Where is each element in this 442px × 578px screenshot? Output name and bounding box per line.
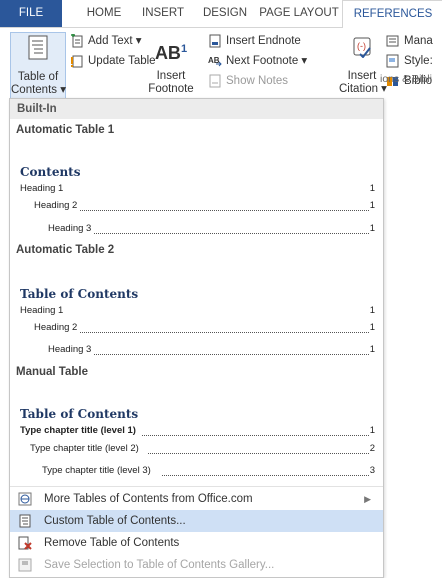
footnote-superscript: 1: [180, 43, 188, 55]
tab-references[interactable]: REFERENCES: [342, 0, 442, 29]
preview-heading-2: Heading 2: [34, 322, 78, 333]
preview-heading-3: Heading 3: [48, 223, 92, 234]
preview-leader: [80, 210, 369, 211]
next-footnote-label: Next Footnote ▾: [226, 55, 308, 67]
insert-footnote-button[interactable]: AB1 Insert Footnote: [143, 34, 199, 96]
office-globe-icon: [18, 492, 32, 506]
preview-chapter-level-1: Type chapter title (level 1): [20, 425, 136, 436]
preview-heading-3: Heading 3: [48, 344, 92, 355]
next-footnote-button[interactable]: AB Next Footnote ▾: [208, 52, 307, 70]
insert-citation-label-1: Insert: [347, 70, 377, 82]
automatic-table-1-label: Automatic Table 1: [16, 124, 115, 136]
preview-page-1: 1: [369, 425, 375, 436]
citation-style-button[interactable]: Style:: [386, 52, 433, 70]
preview-chapter-level-3: Type chapter title (level 3): [42, 465, 151, 476]
insert-endnote-label: Insert Endnote: [226, 35, 301, 47]
insert-endnote-icon: [209, 34, 221, 48]
automatic-table-2-option[interactable]: Automatic Table 2 Table of Contents Head…: [10, 239, 383, 361]
manage-sources-label: Mana: [404, 35, 433, 47]
insert-footnote-label-1: Insert: [156, 70, 186, 82]
tab-page-layout[interactable]: PAGE LAYOUT: [258, 0, 340, 27]
preview-leader: [142, 435, 369, 436]
ribbon-references: Table of Contents ▾ Add Text ▾ Update Ta…: [0, 28, 442, 102]
svg-text:(-): (-): [357, 41, 366, 51]
footnote-icon: AB1: [143, 38, 199, 64]
custom-toc-icon: [19, 514, 31, 528]
preview-page-2: 1: [369, 322, 375, 333]
show-notes-icon: [209, 74, 221, 88]
add-text-label: Add Text ▾: [88, 35, 142, 47]
manage-sources-icon: [386, 35, 399, 47]
custom-toc-label: Custom Table of Contents...: [44, 515, 186, 527]
save-selection-icon: [18, 558, 32, 572]
tab-file[interactable]: FILE: [0, 0, 62, 27]
toc-label-2: Contents ▾: [11, 84, 66, 96]
submenu-arrow-icon: ▶: [364, 494, 371, 504]
preview-page-1: 1: [369, 183, 375, 194]
gallery-header: Built-In: [10, 99, 383, 119]
preview-heading-1: Heading 1: [20, 305, 64, 316]
tab-design[interactable]: DESIGN: [196, 0, 254, 27]
update-table-icon: [71, 55, 83, 68]
preview-leader: [94, 233, 369, 234]
manage-sources-button[interactable]: Mana: [386, 32, 433, 50]
preview-title: Contents: [20, 165, 81, 179]
automatic-table-2-label: Automatic Table 2: [16, 244, 115, 256]
preview-leader: [162, 475, 369, 476]
show-notes-label: Show Notes: [226, 75, 289, 87]
show-notes-button[interactable]: Show Notes: [208, 72, 288, 90]
preview-heading-2: Heading 2: [34, 200, 78, 211]
insert-footnote-label-2: Footnote: [148, 83, 194, 95]
remove-toc-icon: [18, 536, 32, 550]
add-text-icon: [71, 34, 83, 48]
citations-group-label: ions & Bibli: [380, 73, 432, 85]
preview-page-3: 1: [369, 223, 375, 234]
save-selection-label: Save Selection to Table of Contents Gall…: [44, 559, 275, 571]
preview-heading-1: Heading 1: [20, 183, 64, 194]
insert-citation-button[interactable]: (-) Insert Citation ▾: [339, 34, 387, 96]
preview-page-3: 3: [369, 465, 375, 476]
manual-table-label: Manual Table: [16, 366, 88, 378]
ribbon-tab-bar: FILE HOME INSERT DESIGN PAGE LAYOUT REFE…: [0, 0, 442, 29]
remove-toc-menu-item[interactable]: Remove Table of Contents: [10, 532, 383, 554]
custom-toc-menu-item[interactable]: Custom Table of Contents...: [10, 510, 383, 532]
save-selection-menu-item[interactable]: Save Selection to Table of Contents Gall…: [10, 554, 383, 576]
remove-toc-label: Remove Table of Contents: [44, 537, 180, 549]
preview-leader: [148, 453, 369, 454]
insert-endnote-button[interactable]: Insert Endnote: [208, 32, 301, 50]
preview-title: Table of Contents: [20, 407, 139, 421]
footnote-glyph: AB: [154, 43, 181, 63]
citation-style-label: Style:: [404, 55, 433, 67]
table-of-contents-gallery: Built-In Automatic Table 1 Contents Head…: [9, 98, 384, 578]
preview-leader: [94, 354, 369, 355]
preview-page-2: 2: [369, 443, 375, 454]
tab-insert[interactable]: INSERT: [134, 0, 192, 27]
style-icon: [386, 54, 399, 68]
manual-table-option[interactable]: Manual Table Table of Contents Type chap…: [10, 361, 383, 487]
preview-title: Table of Contents: [20, 287, 139, 301]
preview-chapter-level-2: Type chapter title (level 2): [30, 443, 139, 454]
insert-citation-label-2: Citation ▾: [339, 83, 387, 95]
automatic-table-1-option[interactable]: Automatic Table 1 Contents Heading 1 1 H…: [10, 119, 383, 239]
preview-page-3: 1: [369, 344, 375, 355]
add-text-button[interactable]: Add Text ▾: [70, 32, 142, 50]
more-tables-menu-item[interactable]: More Tables of Contents from Office.com …: [10, 488, 383, 510]
preview-page-1: 1: [369, 305, 375, 316]
more-tables-label: More Tables of Contents from Office.com: [44, 493, 253, 505]
next-footnote-icon: AB: [208, 56, 222, 67]
tab-home[interactable]: HOME: [74, 0, 134, 27]
menu-separator: [10, 486, 383, 487]
preview-leader: [80, 332, 369, 333]
table-of-contents-button[interactable]: Table of Contents ▾: [10, 32, 66, 102]
insert-citation-icon: (-): [353, 37, 371, 59]
table-of-contents-icon: [28, 35, 48, 60]
preview-page-2: 1: [369, 200, 375, 211]
toc-label-1: Table of: [17, 71, 59, 83]
